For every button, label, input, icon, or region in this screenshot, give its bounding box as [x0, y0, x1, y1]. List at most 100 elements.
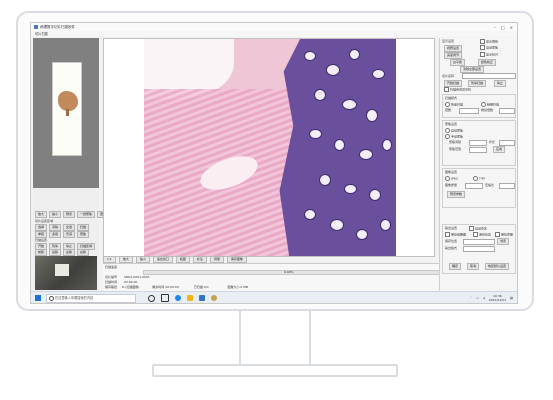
taskbar-search-box[interactable]: 在这里输入你要搜索的内容 — [46, 293, 136, 303]
auto-name-checkbox[interactable]: 自动命名 — [469, 226, 487, 231]
tiff-radio[interactable]: TIFF — [473, 176, 485, 181]
system-tray: ⌃ ▭ ◂ 10:36 2021/01/01 ▤ — [469, 294, 517, 302]
move-back-button[interactable]: 后移 — [49, 249, 62, 256]
multi-layer-button[interactable]: 多层 — [49, 231, 62, 238]
save-thumbnail-checkbox[interactable]: 保存缩略图 — [445, 232, 466, 237]
layers-input[interactable] — [459, 108, 479, 114]
depth-button[interactable]: 景深 — [63, 231, 76, 238]
file-explorer-icon[interactable] — [187, 295, 193, 301]
actual-size-button[interactable]: 1:1 — [103, 255, 116, 263]
focus-button[interactable]: 聚焦 — [77, 231, 90, 238]
scanner-app-icon[interactable] — [211, 295, 217, 301]
save-label-checkbox[interactable]: 保存标签 — [473, 232, 491, 237]
store-icon[interactable] — [199, 295, 205, 301]
auto-focus-checkbox[interactable]: 自动聚焦 — [480, 45, 498, 50]
annotate-button[interactable]: 标注 — [192, 255, 207, 263]
close-icon[interactable]: × — [510, 25, 513, 30]
confirm-button[interactable]: 确定 — [449, 263, 462, 270]
save-path-label: 保存路径 — [105, 285, 118, 289]
taskbar-clock[interactable]: 10:36 2021/01/01 — [489, 294, 506, 302]
one-click-focus-button[interactable]: 一键聚焦 — [77, 211, 96, 218]
save-location-input[interactable] — [463, 239, 495, 245]
slide-thumbnail-area — [33, 38, 99, 188]
stop-scan-button[interactable]: 停止 — [494, 80, 507, 87]
preview-button[interactable]: 预览 — [63, 211, 76, 218]
slide-name-input[interactable] — [462, 73, 516, 79]
fine-scan-radio[interactable]: 精细扫描 — [481, 102, 499, 107]
screenshot-button[interactable]: 截图 — [175, 255, 190, 263]
single-layer-button[interactable]: 单层 — [35, 231, 48, 238]
select-all-button[interactable]: 全选 — [63, 224, 76, 231]
move-left-button[interactable]: 左移 — [63, 249, 76, 256]
image-quality-input[interactable] — [465, 183, 483, 189]
scan-progress-bar: 0.00% — [143, 270, 445, 275]
status-summary-row: 保存路径 D:\扫描图像\ 剩余时间 00:00:00 已扫描 0/0 图像大小… — [105, 285, 248, 289]
fit-window-button[interactable]: 适合窗口 — [152, 255, 173, 263]
network-icon[interactable]: ▭ — [476, 296, 479, 300]
select-button[interactable]: 选择 — [35, 224, 48, 231]
viewer-zoom-out-button[interactable]: 缩小 — [135, 255, 150, 263]
windows-start-icon[interactable] — [35, 295, 41, 301]
minimize-icon[interactable]: – — [494, 25, 496, 30]
pause-scan-button[interactable]: 暂停扫描 — [468, 80, 487, 87]
slide-viewer[interactable] — [103, 38, 435, 257]
auto-focus-label: 自动聚焦 — [486, 45, 499, 50]
clock-date: 2021/01/01 — [488, 298, 506, 302]
move-forward-button[interactable]: 前移 — [35, 249, 48, 256]
clear-button[interactable]: 清除 — [49, 224, 62, 231]
jpeg-radio[interactable]: JPEG — [445, 176, 458, 181]
maximize-icon[interactable]: □ — [501, 25, 505, 30]
slide-id-row: 切片编号 SM01-0001-0001 — [105, 275, 150, 279]
viewer-zoom-in-button[interactable]: 放大 — [118, 255, 133, 263]
start-scan-button[interactable]: 开始扫描 — [444, 80, 463, 87]
display-settings-title: 显示设置 — [442, 39, 455, 43]
slide-thumbnail[interactable] — [52, 62, 82, 156]
focus-settings-group: 聚焦设置 自动聚焦 手动聚焦 聚焦间隔 步长 聚焦范围 应用 — [442, 120, 516, 166]
menu-item-scan[interactable]: 切片扫描 — [35, 32, 48, 36]
tray-arrow-icon[interactable]: ⌃ — [469, 296, 472, 300]
manual-focus-radio[interactable]: 手动聚焦 — [445, 134, 463, 139]
focus-range-input[interactable] — [469, 147, 487, 153]
zoom-out-button[interactable]: 缩小 — [49, 211, 62, 218]
taskbar: 在这里输入你要搜索的内容 ⌃ ▭ ◂ 10:36 2021/01/01 ▤ — [31, 291, 517, 303]
search-icon — [49, 296, 54, 301]
scan-button[interactable]: 扫描 — [77, 224, 90, 231]
notification-icon[interactable]: ▤ — [510, 296, 513, 300]
preview-params-button[interactable]: 预览参数 — [447, 191, 466, 198]
view-settings-button[interactable]: 视野设置 — [444, 45, 463, 52]
restore-defaults-button[interactable]: 恢复默认设置 — [485, 263, 510, 270]
scan-time-row: 扫描时间 00:00:00 — [105, 280, 137, 284]
task-view-icon[interactable] — [161, 294, 169, 302]
scan-speed-label: 扫描速度 — [105, 265, 118, 269]
fast-scan-radio[interactable]: 快速扫描 — [445, 102, 463, 107]
left-panel: 放大 缩小 预览 一键聚焦 更换切片 切片设置区域 选择 清除 全选 扫描 单层… — [33, 38, 116, 290]
white-balance-button[interactable]: 白平衡 — [450, 59, 466, 66]
save-original-checkbox[interactable]: 保存原图 — [495, 232, 513, 237]
cortana-icon[interactable] — [148, 294, 155, 302]
cancel-button[interactable]: 取消 — [467, 263, 480, 270]
apply-focus-button[interactable]: 应用 — [493, 146, 506, 153]
auto-focus-radio[interactable]: 自动聚焦 — [445, 128, 463, 133]
volume-icon[interactable]: ◂ — [483, 296, 485, 300]
output-format-select[interactable] — [463, 246, 495, 252]
measure-button[interactable]: 测量 — [209, 255, 224, 263]
zoom-in-button[interactable]: 放大 — [35, 211, 48, 218]
magnification-input[interactable] — [499, 108, 515, 114]
color-correction-button[interactable]: 颜色校正 — [478, 59, 497, 66]
show-ruler-checkbox[interactable]: 显示标尺 — [480, 52, 498, 57]
brightness-button[interactable]: 亮度调节 — [444, 52, 463, 59]
histology-image[interactable] — [144, 39, 396, 256]
clear-settings-button[interactable]: 清除全部设置 — [460, 66, 485, 73]
window-title: 病理数字切片扫描软件 — [40, 24, 75, 29]
histology-cell — [334, 139, 345, 151]
left-button-row-2: 选择 清除 全选 扫描 — [35, 224, 90, 231]
save-image-button[interactable]: 保存图像 — [226, 255, 247, 263]
shutdown-checkbox[interactable]: 扫描完成后关机 — [444, 87, 471, 92]
compression-input[interactable] — [499, 183, 515, 189]
browse-button[interactable]: 浏览 — [497, 238, 510, 245]
move-right-button[interactable]: 右移 — [77, 249, 90, 256]
show-grid-checkbox[interactable]: 显示网格 — [480, 39, 498, 44]
histology-cell — [342, 99, 357, 110]
edge-browser-icon[interactable] — [175, 295, 181, 301]
focus-interval-input[interactable] — [469, 140, 487, 146]
